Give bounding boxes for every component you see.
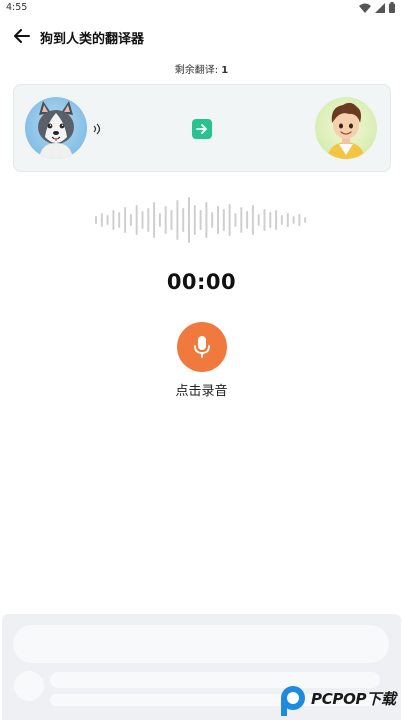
back-button[interactable] <box>12 27 32 45</box>
boy-icon <box>327 102 365 159</box>
waveform-bar <box>106 215 109 225</box>
wifi-icon <box>359 3 371 13</box>
status-icons <box>359 2 395 13</box>
direction-button[interactable] <box>192 119 212 139</box>
human-avatar[interactable] <box>315 97 377 159</box>
microphone-icon <box>194 336 210 358</box>
waveform-bar <box>234 213 237 227</box>
signal-icon <box>375 2 385 13</box>
record-button[interactable] <box>177 322 227 372</box>
waveform-bar <box>193 205 196 235</box>
husky-icon <box>38 101 74 159</box>
waveform-bar <box>304 217 307 223</box>
waveform-bar <box>153 202 156 238</box>
waveform-bar <box>124 207 127 233</box>
waveform-bar <box>228 204 231 236</box>
translator-card <box>13 84 391 172</box>
waveform-bar <box>205 202 208 238</box>
remaining-label: 剩余翻译: <box>174 65 219 76</box>
waveform-bar <box>298 214 301 226</box>
waveform-bar <box>164 206 167 234</box>
waveform-bar <box>170 210 173 230</box>
app-header: 狗到人类的翻译器 <box>0 22 403 50</box>
waveform-bar <box>257 214 260 226</box>
waveform-bar <box>100 213 103 227</box>
watermark-text: PCPOP下载 <box>311 690 396 708</box>
page-title: 狗到人类的翻译器 <box>40 32 145 47</box>
record-label: 点击录音 <box>175 384 228 399</box>
pcpop-logo-icon <box>281 686 305 716</box>
waveform-bar <box>217 206 219 234</box>
status-bar: 4:55 <box>0 0 403 18</box>
waveform-bar <box>182 208 185 232</box>
waveform-bar <box>263 209 266 231</box>
waveform-bar <box>211 212 214 228</box>
status-time: 4:55 <box>6 2 28 13</box>
recording-timer: 00:00 <box>166 270 237 294</box>
waveform-bar <box>251 205 254 235</box>
waveform-bar <box>269 212 272 228</box>
waveform-bar <box>158 213 161 227</box>
sound-waves-icon <box>93 123 101 135</box>
waveform-bar <box>240 207 243 233</box>
waveform-bar <box>222 209 225 231</box>
battery-icon <box>389 2 395 13</box>
placeholder-avatar <box>14 671 44 701</box>
arrow-right-icon <box>196 124 207 134</box>
placeholder-bar <box>13 625 389 663</box>
waveform-bar <box>147 208 150 232</box>
arrow-left-icon <box>14 29 30 43</box>
waveform-bar <box>275 210 278 230</box>
waveform-bar <box>135 205 138 235</box>
waveform-bar <box>141 211 144 229</box>
waveform-bar <box>118 212 121 228</box>
waveform-bar <box>286 213 289 227</box>
waveform-bar <box>112 210 115 230</box>
waveform-bar <box>199 210 202 230</box>
waveform-bar <box>129 214 132 226</box>
waveform-bar <box>95 216 97 224</box>
dog-avatar[interactable] <box>25 97 87 159</box>
waveform-bar <box>292 216 295 224</box>
remaining-translations: 剩余翻译: 1 <box>0 61 403 76</box>
waveform-bar <box>280 215 283 225</box>
waveform-bar <box>188 197 190 243</box>
remaining-count: 1 <box>221 65 229 76</box>
audio-waveform <box>95 197 307 243</box>
watermark: PCPOP下载 <box>278 682 403 718</box>
waveform-bar <box>176 200 179 240</box>
waveform-bar <box>246 211 249 229</box>
